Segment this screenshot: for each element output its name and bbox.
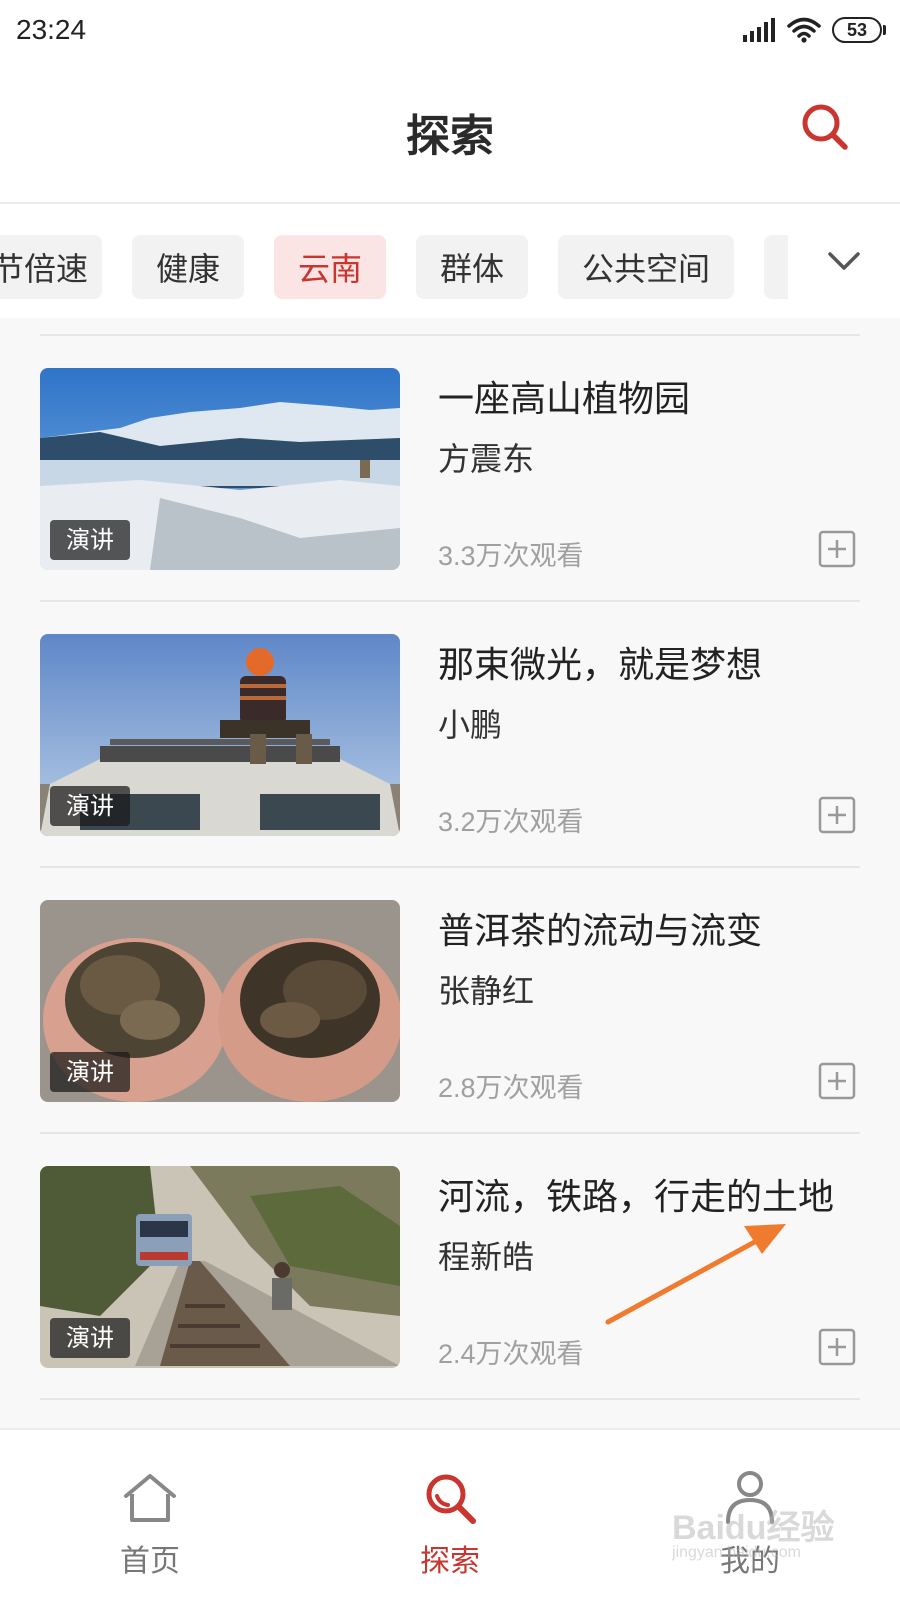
talk-tag: 演讲 bbox=[50, 1318, 130, 1358]
category-chip-active[interactable]: 云南 bbox=[274, 235, 386, 299]
wifi-icon bbox=[787, 17, 821, 43]
talk-card[interactable]: 演讲 河流，铁路，行走的土地 程新皓 2.4万次观看 bbox=[0, 1132, 900, 1404]
nav-label: 探索 bbox=[420, 1544, 480, 1579]
add-to-list-icon[interactable] bbox=[818, 1328, 856, 1366]
add-to-list-icon[interactable] bbox=[818, 530, 856, 568]
divider bbox=[40, 1398, 860, 1400]
nav-label: 首页 bbox=[120, 1544, 180, 1579]
talk-thumbnail[interactable]: 演讲 bbox=[40, 368, 400, 570]
home-icon bbox=[124, 1474, 176, 1522]
status-icons: 53 bbox=[742, 14, 886, 46]
talk-list: 演讲 一座高山植物园 方震东 3.3万次观看 演讲 那束微光，就是梦想 小鹏 3… bbox=[0, 318, 900, 1428]
category-chip[interactable]: 节倍速 bbox=[0, 235, 102, 299]
talk-tag: 演讲 bbox=[50, 1052, 130, 1092]
talk-card[interactable]: 演讲 一座高山植物园 方震东 3.3万次观看 bbox=[0, 334, 900, 606]
nav-tab-home[interactable]: 首页 bbox=[0, 1430, 300, 1600]
talk-title[interactable]: 河流，铁路，行走的土地 bbox=[438, 1168, 878, 1220]
status-bar: 23:24 53 bbox=[0, 0, 900, 62]
category-chip[interactable]: 公共空间 bbox=[558, 235, 734, 299]
talk-title[interactable]: 那束微光，就是梦想 bbox=[438, 636, 878, 688]
talk-thumbnail[interactable]: 演讲 bbox=[40, 634, 400, 836]
talk-card[interactable]: 演讲 普洱茶的流动与流变 张静红 2.8万次观看 bbox=[0, 866, 900, 1138]
talk-speaker: 方震东 bbox=[438, 440, 535, 478]
talk-tag: 演讲 bbox=[50, 520, 130, 560]
category-chip[interactable]: 健康 bbox=[132, 235, 244, 299]
category-label: 云南 bbox=[297, 250, 362, 288]
search-icon bbox=[426, 1474, 476, 1524]
talk-speaker: 张静红 bbox=[438, 972, 535, 1010]
talk-speaker: 程新皓 bbox=[438, 1238, 535, 1276]
category-label: 节倍速 bbox=[0, 250, 88, 288]
nav-tab-explore[interactable]: 探索 bbox=[300, 1430, 600, 1600]
add-to-list-icon[interactable] bbox=[818, 796, 856, 834]
talk-thumbnail[interactable]: 演讲 bbox=[40, 900, 400, 1102]
bottom-navigation: 首页 探索 我的 Baidu经验 jingyan.baidu.com bbox=[0, 1428, 900, 1600]
chevron-down-icon bbox=[828, 252, 860, 270]
talk-views: 3.3万次观看 bbox=[438, 541, 584, 571]
expand-categories-button[interactable] bbox=[788, 204, 900, 318]
search-icon[interactable] bbox=[798, 100, 852, 154]
category-label: 健康 bbox=[155, 250, 220, 288]
talk-title[interactable]: 一座高山植物园 bbox=[438, 370, 878, 422]
talk-views: 2.4万次观看 bbox=[438, 1339, 584, 1369]
page-title: 探索 bbox=[406, 111, 494, 162]
category-chip[interactable]: 群体 bbox=[416, 235, 528, 299]
talk-views: 3.2万次观看 bbox=[438, 807, 584, 837]
app-header: 探索 bbox=[0, 62, 900, 204]
category-label: 群体 bbox=[439, 250, 504, 288]
status-time: 23:24 bbox=[16, 14, 87, 45]
signal-icon bbox=[743, 18, 775, 42]
talk-title[interactable]: 普洱茶的流动与流变 bbox=[438, 902, 878, 954]
talk-speaker: 小鹏 bbox=[438, 706, 503, 744]
talk-card[interactable]: 演讲 那束微光，就是梦想 小鹏 3.2万次观看 bbox=[0, 600, 900, 872]
add-to-list-icon[interactable] bbox=[818, 1062, 856, 1100]
category-label: 公共空间 bbox=[581, 250, 710, 288]
watermark-main: Baidu经验 bbox=[672, 1509, 835, 1547]
watermark-sub: jingyan.baidu.com bbox=[672, 1544, 801, 1561]
battery-indicator: 53 bbox=[832, 17, 886, 43]
talk-thumbnail[interactable]: 演讲 bbox=[40, 1166, 400, 1368]
talk-views: 2.8万次观看 bbox=[438, 1073, 584, 1103]
category-bar: 节倍速 健康 云南 群体 公共空间 bbox=[0, 204, 900, 318]
battery-level: 53 bbox=[846, 19, 868, 40]
watermark: Baidu经验 jingyan.baidu.com bbox=[672, 1500, 852, 1570]
talk-tag: 演讲 bbox=[50, 786, 130, 826]
